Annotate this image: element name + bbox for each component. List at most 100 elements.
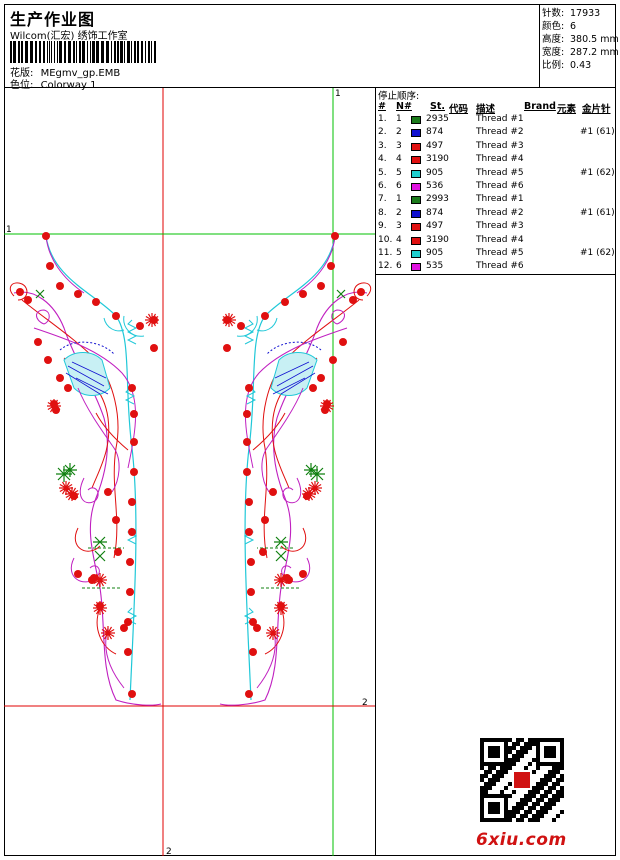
cell-index: 10.: [378, 234, 393, 245]
table-row: 8. 2 874 Thread #2 #1 (61): [376, 208, 616, 221]
sequin-dot: [130, 410, 138, 418]
cell-code: 2935: [426, 114, 449, 124]
table-divider: [376, 274, 616, 275]
sequin-dot: [223, 344, 231, 352]
thread-color-swatch: [411, 223, 421, 232]
cell-code: 3190: [426, 154, 449, 165]
cell-needle: 2: [396, 207, 402, 218]
cell-desc: Thread #2: [476, 207, 524, 218]
sequin-dot: [56, 374, 64, 382]
sequin-dot: [261, 516, 269, 524]
cell-needle: 3: [396, 140, 402, 151]
stat-stitches: 针数: 17933: [542, 8, 601, 19]
stat-scale: 比例: 0.43: [542, 60, 592, 71]
cell-needle: 5: [396, 248, 402, 258]
sequin-dot: [128, 690, 136, 698]
cell-code: 874: [426, 207, 444, 218]
sequin-dot: [253, 624, 261, 632]
sequin-dot: [126, 558, 134, 566]
cell-code: 497: [426, 221, 444, 232]
sequin-dot: [259, 548, 267, 556]
cell-needle: 2: [396, 127, 402, 138]
sequin-dot: [34, 338, 42, 346]
sequin-dot: [309, 384, 317, 392]
sequin-dot: [46, 262, 54, 270]
header-index: #: [378, 101, 386, 112]
cell-index: 2.: [378, 127, 387, 138]
sequin-dot: [339, 338, 347, 346]
cell-index: 4.: [378, 154, 387, 165]
sequin-dot: [124, 648, 132, 656]
sequin-dot: [245, 384, 253, 392]
stop-sequence-panel: 停止顺序: # N# St. 代码 描述 Brand 元素 金片针 1. 1 293…: [376, 88, 616, 856]
sequin-dot: [126, 588, 134, 596]
cell-code: 535: [426, 261, 444, 272]
table-row: 12. 6 535 Thread #6: [376, 261, 616, 274]
table-row: 5. 5 905 Thread #5 #1 (62): [376, 168, 616, 181]
sequin-dots: [16, 232, 365, 698]
cell-desc: Thread #1: [476, 194, 524, 205]
cell-sequin: #1 (62): [580, 167, 615, 178]
cell-index: 11.: [378, 248, 393, 258]
cell-desc: Thread #5: [476, 167, 524, 178]
cell-sequin: #1 (62): [580, 248, 615, 258]
sequin-dot: [261, 312, 269, 320]
cell-index: 8.: [378, 207, 387, 218]
cell-desc: Thread #4: [476, 154, 524, 165]
thread-color-swatch: [411, 183, 421, 191]
sequin-dot: [245, 528, 253, 536]
marker-top: 1: [335, 89, 341, 99]
cell-code: 536: [426, 181, 444, 191]
header-needle: N#: [396, 101, 412, 112]
header-element: 元素: [557, 104, 577, 115]
sequin-dot: [16, 288, 24, 296]
sheet-header: 生产作业图 Wilcom(汇宏) 绣饰工作室 花版: MEgmv_gp.EMB …: [4, 4, 540, 91]
sequin-dot: [114, 548, 122, 556]
cell-desc: Thread #2: [476, 127, 524, 138]
thread-color-swatch: [411, 156, 421, 165]
table-row: 9. 3 497 Thread #3: [376, 221, 616, 234]
sequin-dot: [136, 322, 144, 330]
header-st: St.: [430, 101, 445, 112]
stop-sequence-title: 停止顺序:: [378, 91, 420, 102]
sequin-dot: [237, 322, 245, 330]
sequin-dot: [349, 296, 357, 304]
marker-bottom: 2: [166, 847, 172, 856]
table-row: 1. 1 2935 Thread #1: [376, 114, 616, 127]
star-burst: [222, 313, 236, 327]
cell-index: 6.: [378, 181, 387, 191]
star-burst: [145, 313, 159, 327]
cell-index: 3.: [378, 140, 387, 151]
barcode: [10, 41, 156, 63]
thread-color-swatch: [411, 250, 421, 258]
cell-desc: Thread #6: [476, 261, 524, 272]
sequin-dot: [150, 344, 158, 352]
cell-sequin: #1 (61): [580, 127, 615, 138]
sequin-dot: [357, 288, 365, 296]
watermark-logo: 6xiu.com: [476, 830, 567, 850]
cell-index: 9.: [378, 221, 387, 232]
sequin-dot: [128, 528, 136, 536]
cell-needle: 4: [396, 234, 402, 245]
table-row: 7. 1 2993 Thread #1: [376, 194, 616, 207]
sequin-dot: [104, 488, 112, 496]
cell-code: 874: [426, 127, 444, 138]
sequin-dot: [317, 282, 325, 290]
cell-needle: 6: [396, 261, 402, 272]
company-name: Wilcom(汇宏) 绣饰工作室: [10, 31, 128, 42]
marker-right: 2: [362, 698, 368, 708]
sequin-dot: [243, 438, 251, 446]
cell-needle: 3: [396, 221, 402, 232]
cell-code: 2993: [426, 194, 449, 205]
table-row: 11. 5 905 Thread #5 #1 (62): [376, 248, 616, 261]
sequin-dot: [42, 232, 50, 240]
sequin-dot: [74, 570, 82, 578]
cell-needle: 1: [396, 194, 402, 205]
sequin-dot: [120, 624, 128, 632]
thread-color-swatch: [411, 209, 421, 218]
stat-width: 宽度: 287.2 mm: [542, 47, 619, 58]
cell-code: 905: [426, 167, 444, 178]
cell-index: 5.: [378, 167, 387, 178]
header-code: 代码: [449, 104, 469, 115]
cell-needle: 6: [396, 181, 402, 191]
